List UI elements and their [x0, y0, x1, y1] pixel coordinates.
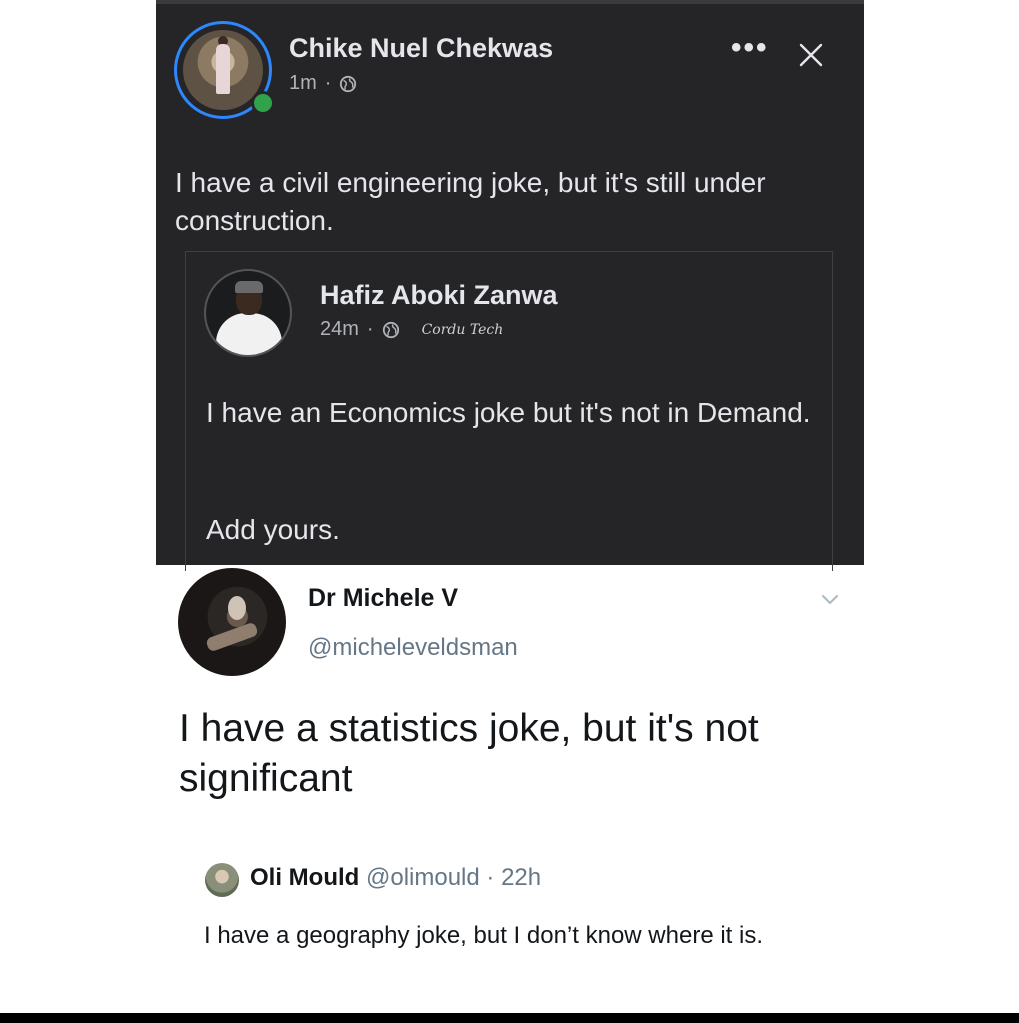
post-meta: 1m ·: [289, 72, 357, 95]
shared-author-avatar[interactable]: [204, 269, 292, 357]
shared-avatar-cap: [235, 281, 263, 293]
tweet-author-name[interactable]: Dr Michele V: [308, 584, 458, 613]
facebook-post: Chike Nuel Chekwas 1m · ••• I have a civ…: [156, 4, 864, 571]
shared-post-text: I have an Economics joke but it's not in…: [206, 397, 811, 428]
add-yours-text: Add yours.: [206, 514, 340, 545]
globe-icon: [382, 321, 399, 338]
close-icon[interactable]: [796, 40, 826, 70]
shared-author-name[interactable]: Hafiz Aboki Zanwa: [320, 280, 558, 311]
reply-header: Oli Mould @olimould · 22h: [250, 864, 541, 892]
more-options-icon[interactable]: •••: [731, 33, 769, 63]
online-status-dot: [251, 91, 275, 115]
watermark-signature: Cordu Tech: [421, 321, 504, 338]
tweet-avatar-face: [228, 596, 246, 620]
reply-author-avatar[interactable]: [205, 863, 239, 897]
shared-post-meta: 24m · Cordu Tech: [320, 318, 503, 341]
reply-author-handle[interactable]: @olimould: [366, 864, 480, 891]
avatar-figure-body: [216, 44, 230, 94]
reply-author-name[interactable]: Oli Mould: [250, 864, 359, 891]
shared-avatar-body: [216, 313, 282, 355]
reply-text: I have a geography joke, but I don’t kno…: [204, 922, 763, 949]
post-author-name[interactable]: Chike Nuel Chekwas: [289, 33, 553, 64]
chevron-down-icon[interactable]: [820, 592, 840, 606]
reply-separator: ·: [486, 864, 495, 891]
post-text: I have a civil engineering joke, but it'…: [175, 167, 766, 236]
shared-post-card[interactable]: Hafiz Aboki Zanwa 24m · Cordu Tech I hav…: [185, 251, 833, 571]
globe-icon: [340, 75, 357, 92]
tweet-author-handle[interactable]: @micheleveldsman: [308, 634, 518, 662]
meta-separator: ·: [366, 318, 374, 340]
tweet-author-avatar[interactable]: [178, 568, 286, 676]
meta-separator: ·: [324, 72, 332, 94]
reply-time[interactable]: 22h: [501, 864, 541, 891]
tweet-avatar-detail: [205, 621, 259, 653]
tweet-text: I have a statistics joke, but it's not s…: [179, 707, 759, 800]
post-time[interactable]: 1m: [289, 72, 317, 95]
bottom-border: [0, 1013, 1019, 1023]
shared-post-time[interactable]: 24m: [320, 318, 359, 341]
